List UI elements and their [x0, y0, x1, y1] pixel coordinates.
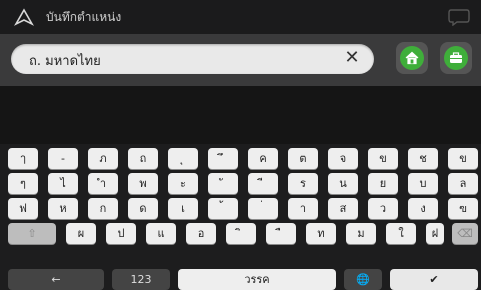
search-input[interactable]: ถ. มหาดไทย ✕: [11, 44, 374, 74]
screen: บันทึกตำแหน่ง ถ. มหาดไทย ✕ ๅ - ภ ถ ค ต จ…: [0, 0, 481, 290]
key[interactable]: ว: [368, 198, 398, 219]
key[interactable]: ค: [248, 148, 278, 169]
key[interactable]: ข: [448, 148, 478, 169]
key[interactable]: ต: [288, 148, 318, 169]
key[interactable]: ฟ: [8, 198, 38, 219]
key[interactable]: -: [48, 148, 78, 169]
key[interactable]: ถ: [128, 148, 158, 169]
key[interactable]: ี: [248, 173, 278, 194]
key[interactable]: ิ: [226, 223, 256, 244]
key[interactable]: ึ: [208, 148, 238, 169]
key[interactable]: ส: [328, 198, 358, 219]
key[interactable]: ด: [128, 198, 158, 219]
keyboard-row-4: ⇧ ผ ป แ อ ิ ื ท ม ใ ฝ ⌫: [0, 223, 481, 245]
key[interactable]: ช: [408, 148, 438, 169]
key[interactable]: ผ: [66, 223, 96, 244]
key[interactable]: ร: [288, 173, 318, 194]
key[interactable]: ั: [208, 173, 238, 194]
language-globe-key[interactable]: 🌐: [344, 269, 382, 290]
navigation-arrow-icon: [14, 8, 34, 26]
key[interactable]: เ: [168, 198, 198, 219]
title-bar: บันทึกตำแหน่ง: [0, 0, 481, 34]
backspace-key[interactable]: ⌫: [452, 223, 478, 244]
key[interactable]: ง: [408, 198, 438, 219]
key[interactable]: ข: [368, 148, 398, 169]
work-button[interactable]: [440, 42, 472, 74]
search-input-value: ถ. มหาดไทย: [29, 54, 101, 69]
globe-icon: 🌐: [356, 273, 370, 286]
key[interactable]: ๅ: [8, 148, 38, 169]
key[interactable]: ๆ: [8, 173, 38, 194]
key[interactable]: พ: [128, 173, 158, 194]
key[interactable]: ย: [368, 173, 398, 194]
thai-keyboard: ๅ - ภ ถ ุ ึ ค ต จ ข ช ข ๆ ไ ำ พ ะ ั ี ร …: [0, 144, 481, 290]
home-button[interactable]: [396, 42, 428, 74]
key[interactable]: น: [328, 173, 358, 194]
clear-search-icon[interactable]: ✕: [342, 48, 362, 68]
key[interactable]: ะ: [168, 173, 198, 194]
message-icon[interactable]: [447, 8, 471, 26]
search-bar: ถ. มหาดไทย ✕: [0, 34, 481, 86]
key[interactable]: ้: [208, 198, 238, 219]
key[interactable]: ฝ: [426, 223, 444, 244]
key[interactable]: า: [288, 198, 318, 219]
key[interactable]: ล: [448, 173, 478, 194]
shift-key[interactable]: ⇧: [8, 223, 56, 244]
key[interactable]: ท: [306, 223, 336, 244]
key[interactable]: จ: [328, 148, 358, 169]
done-key[interactable]: ✔: [390, 269, 478, 290]
keyboard-row-3: ฟ ห ก ด เ ้ ่ า ส ว ง ฃ: [0, 198, 481, 220]
work-icon-circle: [444, 46, 468, 70]
space-key[interactable]: วรรค: [178, 269, 336, 290]
key[interactable]: ่: [248, 198, 278, 219]
numbers-key[interactable]: 123: [112, 269, 170, 290]
key[interactable]: ไ: [48, 173, 78, 194]
key[interactable]: ป: [106, 223, 136, 244]
back-key[interactable]: ←: [8, 269, 104, 290]
keyboard-row-1: ๅ - ภ ถ ุ ึ ค ต จ ข ช ข: [0, 148, 481, 170]
key[interactable]: ม: [346, 223, 376, 244]
briefcase-icon: [450, 52, 462, 63]
key[interactable]: ใ: [386, 223, 416, 244]
key[interactable]: ห: [48, 198, 78, 219]
home-icon-circle: [400, 46, 424, 70]
key[interactable]: บ: [408, 173, 438, 194]
window-title: บันทึกตำแหน่ง: [46, 10, 122, 24]
key[interactable]: ฃ: [448, 198, 478, 219]
key[interactable]: แ: [146, 223, 176, 244]
key[interactable]: ื: [266, 223, 296, 244]
key[interactable]: ุ: [168, 148, 198, 169]
keyboard-row-2: ๆ ไ ำ พ ะ ั ี ร น ย บ ล: [0, 173, 481, 195]
checkmark-icon: ✔: [429, 273, 439, 286]
key[interactable]: ก: [88, 198, 118, 219]
key[interactable]: ำ: [88, 173, 118, 194]
keyboard-bottom-row: ← 123 วรรค 🌐 ✔: [0, 267, 481, 290]
key[interactable]: ภ: [88, 148, 118, 169]
key[interactable]: อ: [186, 223, 216, 244]
results-area: [0, 86, 481, 144]
home-icon: [405, 51, 419, 65]
